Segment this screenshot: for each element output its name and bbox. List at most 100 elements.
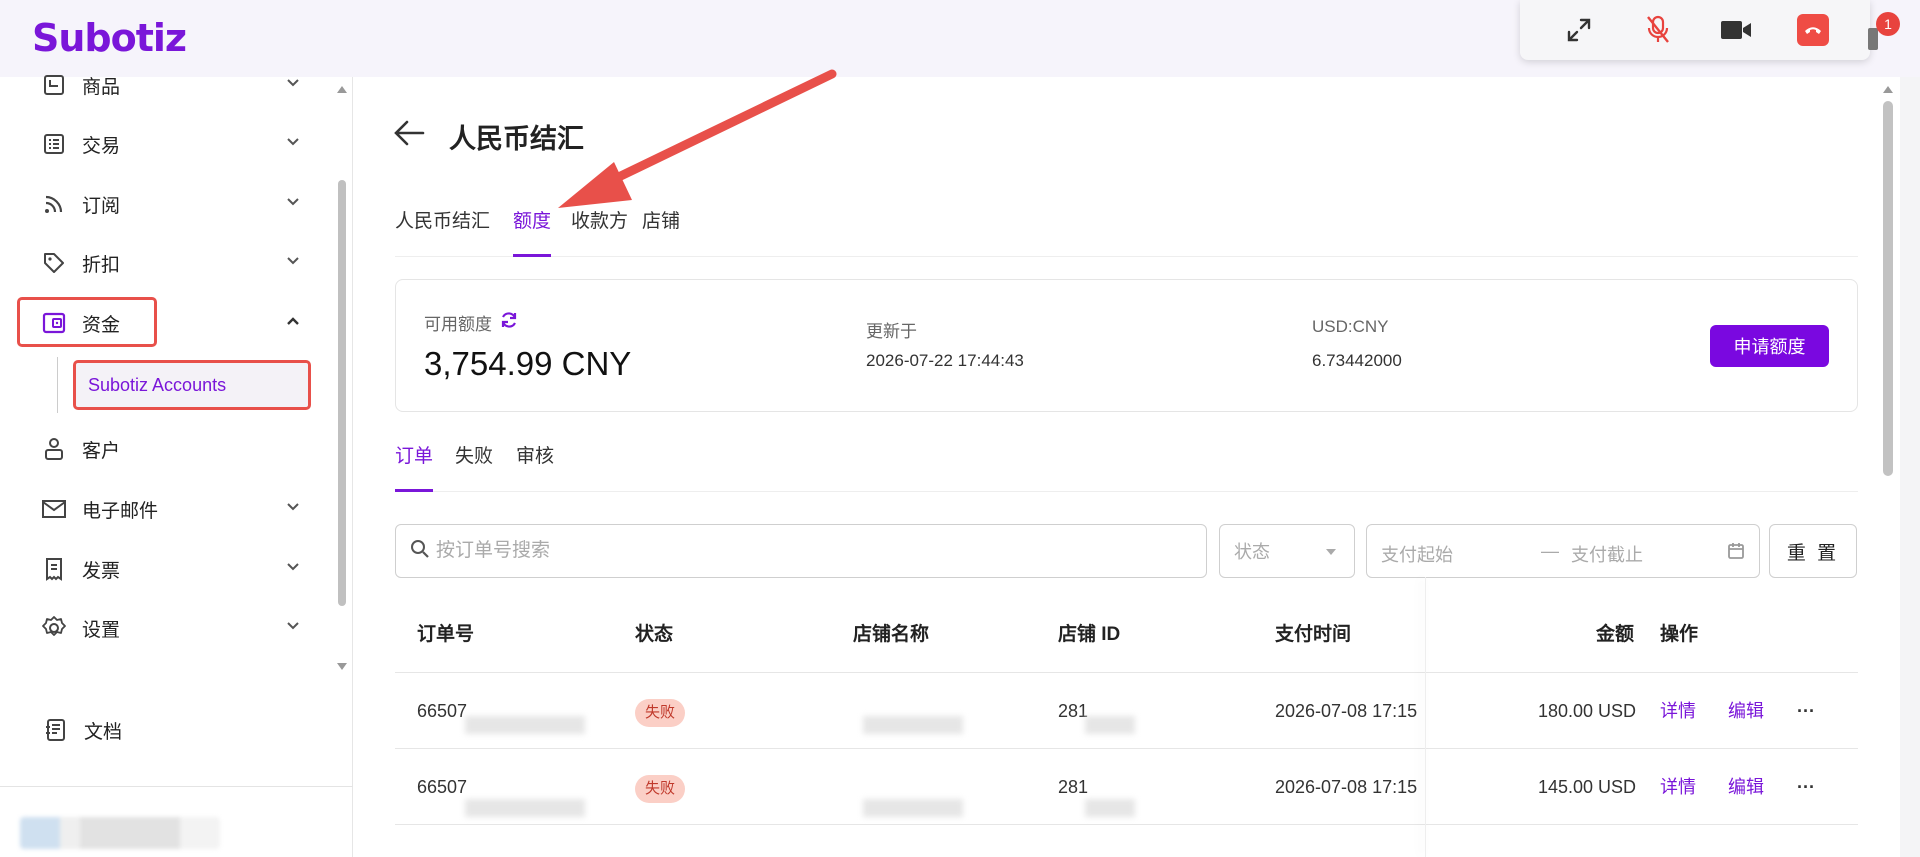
search-icon	[410, 539, 430, 564]
sidebar-item-docs[interactable]: 文档	[42, 710, 302, 750]
chevron-up-icon	[286, 313, 300, 331]
scrollbar-thumb[interactable]	[1883, 101, 1893, 476]
column-header: 操作	[1660, 624, 1699, 645]
sticky-column-shadow	[1425, 577, 1426, 857]
user-icon	[40, 435, 68, 463]
sidebar-item-label: 商品	[82, 76, 121, 98]
edit-link[interactable]: 编辑	[1728, 673, 1764, 749]
scrollbar-thumb[interactable]	[338, 180, 346, 606]
tab-shops[interactable]: 店铺	[642, 207, 680, 257]
mail-icon	[40, 495, 68, 523]
apply-quota-button[interactable]: 申请额度	[1710, 325, 1829, 367]
logo[interactable]: Subotiz	[32, 16, 187, 60]
subtab-review[interactable]: 审核	[516, 442, 554, 492]
sidebar-item-label: 订阅	[82, 195, 121, 217]
back-arrow-icon[interactable]	[393, 119, 425, 152]
status-badge: 失败	[635, 775, 686, 803]
chevron-down-icon	[286, 559, 300, 577]
redacted-text	[465, 799, 585, 817]
chevron-down-icon	[286, 134, 300, 152]
date-range-picker[interactable]: 支付起始 — 支付截止	[1366, 524, 1760, 578]
sidebar-subitem-subotiz-accounts[interactable]: Subotiz Accounts	[73, 360, 311, 410]
updated-label: 更新于	[866, 322, 917, 341]
tab-quota[interactable]: 额度	[513, 207, 552, 257]
chevron-down-icon	[286, 499, 300, 517]
date-start-placeholder[interactable]: 支付起始	[1381, 541, 1453, 567]
calendar-icon	[1727, 542, 1745, 565]
call-controls	[1520, 0, 1870, 60]
annotation-highlight-funds	[17, 297, 157, 347]
column-header: 金额	[1596, 624, 1635, 645]
subtab-bar: 订单 失败 审核	[395, 442, 1858, 492]
sidebar-item-label: 交易	[82, 135, 121, 157]
sidebar-item-email[interactable]: 电子邮件	[40, 489, 300, 529]
status-badge: 失败	[635, 699, 686, 727]
amount: 180.00 USD	[1538, 701, 1637, 721]
sidebar-item-subscriptions[interactable]: 订阅	[40, 184, 300, 224]
redacted-shop-name	[863, 799, 963, 817]
quota-card: 可用额度 3,754.99 CNY 更新于 2026-07-22 17:44:4…	[395, 279, 1858, 412]
sidebar-item-products[interactable]: 商品	[40, 65, 300, 105]
reset-button[interactable]: 重 置	[1769, 524, 1857, 578]
gear-icon	[40, 614, 68, 642]
pay-time: 2026-07-08 17:15	[1275, 701, 1418, 721]
sidebar: 商品 交易 订阅 折扣 资金 Subotiz Accounts 客户 电子邮件 …	[0, 75, 353, 857]
date-end-placeholder[interactable]: 支付截止	[1571, 541, 1643, 567]
sidebar-item-customers[interactable]: 客户	[40, 429, 300, 469]
product-icon	[40, 71, 68, 99]
sidebar-item-invoices[interactable]: 发票	[40, 549, 300, 589]
rss-icon	[40, 190, 68, 218]
mic-muted-icon[interactable]	[1640, 12, 1676, 48]
table-row: 66507 失败 281 2026-07-08 17:15 180.00 USD…	[395, 673, 1858, 749]
bell-icon[interactable]	[1868, 28, 1878, 50]
chevron-down-icon	[286, 618, 300, 636]
tab-payees[interactable]: 收款方	[571, 207, 628, 257]
page-title: 人民币结汇	[449, 124, 584, 154]
sidebar-item-label: 设置	[82, 619, 121, 641]
notification-badge: 1	[1876, 12, 1900, 36]
sidebar-item-discounts[interactable]: 折扣	[40, 243, 300, 283]
rate-value: 6.73442000	[1312, 351, 1402, 370]
more-actions-icon[interactable]: ···	[1797, 673, 1815, 749]
chevron-down-icon	[286, 194, 300, 212]
document-icon	[42, 716, 70, 744]
refresh-icon[interactable]	[499, 310, 519, 335]
status-select[interactable]: 状态	[1219, 524, 1355, 578]
rate-label: USD:CNY	[1312, 317, 1389, 336]
more-actions-icon[interactable]: ···	[1797, 749, 1815, 825]
updated-value: 2026-07-22 17:44:43	[866, 351, 1024, 370]
date-separator: —	[1541, 541, 1559, 561]
expand-icon[interactable]	[1561, 12, 1597, 48]
subtab-failed[interactable]: 失败	[455, 442, 493, 492]
sidebar-item-label: 电子邮件	[82, 500, 159, 522]
sidebar-item-settings[interactable]: 设置	[40, 608, 300, 648]
detail-link[interactable]: 详情	[1660, 673, 1696, 749]
sidebar-item-label: 折扣	[82, 254, 121, 276]
column-header: 店铺 ID	[1058, 624, 1121, 645]
redacted-text	[465, 716, 585, 734]
search-input[interactable]	[436, 540, 1136, 562]
sidebar-item-transactions[interactable]: 交易	[40, 124, 300, 164]
tag-icon	[40, 249, 68, 277]
main-scrollbar[interactable]	[1878, 77, 1900, 857]
chevron-down-icon	[286, 253, 300, 271]
edit-link[interactable]: 编辑	[1728, 749, 1764, 825]
sidebar-scrollbar[interactable]	[334, 77, 350, 677]
list-icon	[40, 130, 68, 158]
search-field[interactable]	[395, 524, 1207, 578]
subtab-orders[interactable]: 订单	[395, 442, 434, 492]
column-header: 支付时间	[1275, 624, 1352, 645]
detail-link[interactable]: 详情	[1660, 749, 1696, 825]
table-row: 66507 失败 281 2026-07-08 17:15 145.00 USD…	[395, 749, 1858, 825]
caret-down-icon	[1326, 549, 1336, 555]
user-profile-redacted[interactable]	[20, 817, 220, 849]
tab-rmb-settlement[interactable]: 人民币结汇	[395, 207, 490, 257]
hangup-icon[interactable]	[1796, 14, 1829, 46]
divider	[0, 786, 353, 787]
video-icon[interactable]	[1718, 12, 1754, 48]
order-number: 66507	[417, 777, 468, 797]
column-header: 店铺名称	[853, 624, 930, 645]
tab-bar: 人民币结汇 额度 收款方 店铺	[395, 207, 1858, 257]
column-header: 订单号	[417, 624, 475, 645]
amount: 145.00 USD	[1538, 777, 1637, 797]
